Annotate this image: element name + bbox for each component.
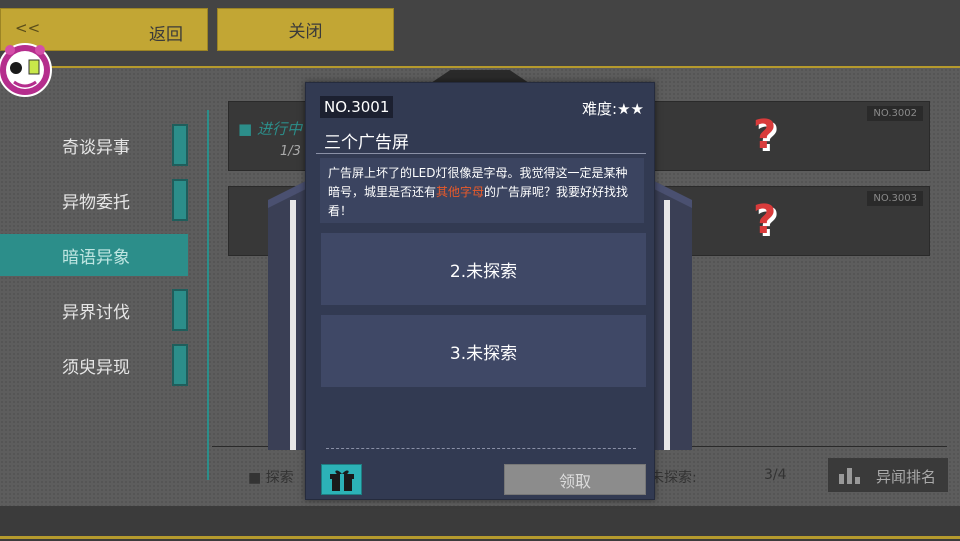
menu-item-label: 奇谈异事: [62, 137, 130, 158]
question-mark-icon: ?: [753, 112, 777, 158]
menu-item-label: 暗语异象: [62, 247, 130, 268]
clue-slot[interactable]: 2.未探索: [321, 233, 646, 305]
menu-item-object-commission[interactable]: 异物委托: [0, 179, 188, 221]
ranking-button-label: 异闻排名: [876, 468, 937, 486]
highlight-text: 其他字母: [436, 185, 485, 199]
quest-number-badge: NO.3001: [320, 96, 394, 118]
quest-row-number: NO.3002: [867, 106, 923, 121]
difficulty-rating: 难度:★★: [582, 100, 644, 118]
ranking-button[interactable]: 异闻排名: [828, 458, 948, 492]
menu-item-tab: [172, 289, 188, 331]
gift-icon: [329, 470, 354, 491]
clue-slot-label: 3.未探索: [449, 343, 518, 364]
unexplored-label: 未探索:: [650, 470, 697, 486]
quest-description: 广告屏上坏了的LED灯很像是字母。我觉得这一定是某种暗号，城里是否还有其他字母的…: [320, 158, 644, 223]
bottom-bar-divider: [0, 536, 960, 539]
menu-item-strange-tales[interactable]: 奇谈异事: [0, 124, 188, 166]
menu-item-tab: [172, 124, 188, 166]
claim-button[interactable]: 领取: [504, 464, 646, 495]
back-button-label: 返回: [149, 25, 183, 45]
clue-slot-label: 2.未探索: [449, 261, 518, 282]
menu-item-label: 须臾异现: [62, 357, 130, 378]
menu-divider: [207, 110, 209, 480]
menu-item-tab: [172, 179, 188, 221]
quest-title: 三个广告屏: [324, 133, 409, 153]
close-button-label: 关闭: [288, 22, 323, 42]
quest-row-number: NO.3003: [867, 191, 923, 206]
menu-item-tab: [172, 344, 188, 386]
unexplored-count: 3/4: [764, 467, 787, 483]
quest-detail-dialog: NO.3001 难度:★★ 三个广告屏 广告屏上坏了的LED灯很像是字母。我觉得…: [305, 82, 655, 500]
close-button[interactable]: 关闭: [217, 8, 394, 51]
rank-chart-icon: [839, 468, 860, 484]
menu-item-otherworld-crusade[interactable]: 异界讨伐: [0, 289, 188, 331]
menu-item-cipher-anomaly[interactable]: 暗语异象: [0, 234, 188, 276]
explore-label: ■ 探索: [248, 470, 294, 486]
menu-item-label: 异界讨伐: [62, 302, 130, 323]
top-bar-divider: [0, 66, 960, 68]
reward-divider: [326, 448, 636, 449]
title-divider: [316, 153, 646, 154]
menu-item-momentary-appearance[interactable]: 须臾异现: [0, 344, 188, 386]
back-chevron-icon: <<: [15, 19, 41, 37]
reward-gift-button[interactable]: [321, 464, 362, 495]
clue-slot[interactable]: 3.未探索: [321, 315, 646, 387]
question-mark-icon: ?: [753, 197, 777, 243]
claim-button-label: 领取: [558, 471, 591, 491]
avatar-mascot-icon[interactable]: [0, 38, 54, 98]
menu-item-label: 异物委托: [62, 192, 130, 213]
